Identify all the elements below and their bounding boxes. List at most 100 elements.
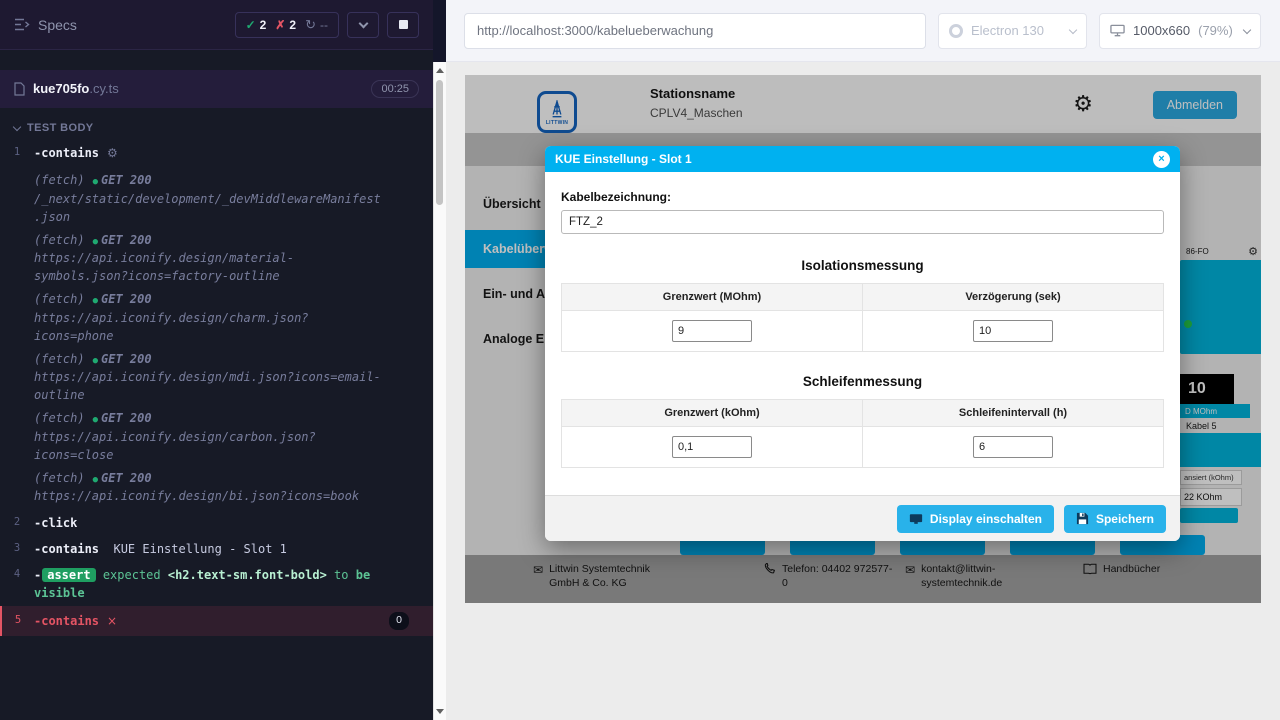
command-row-assert[interactable]: 4 -assert expected <h2.text-sm.font-bold… (0, 562, 433, 606)
command-row-failed[interactable]: 5 -contains×0 (0, 606, 433, 636)
chevron-down-icon (358, 18, 368, 28)
network-log-row[interactable]: (fetch)●GET 200 https://api.iconify.desi… (34, 469, 382, 506)
isolation-title: Isolationsmessung (561, 258, 1164, 273)
command-number: 3 (0, 540, 34, 554)
assert-expected: expected (103, 568, 161, 582)
test-stats: ✓2 ✗2 ↻-- (235, 12, 339, 38)
iso-delay-input[interactable] (973, 320, 1053, 342)
column-header: Grenzwert (kOhm) (562, 400, 863, 427)
fetch-label: (fetch) (34, 411, 85, 425)
network-log-row[interactable]: (fetch)●GET 200 https://api.iconify.desi… (34, 350, 382, 405)
file-icon (14, 82, 25, 96)
fetch-label: (fetch) (34, 292, 85, 306)
reporter-scrollbar[interactable] (433, 0, 446, 720)
loop-limit-input[interactable] (672, 436, 752, 458)
network-log-row[interactable]: (fetch)●GET 200 https://api.iconify.desi… (34, 231, 382, 286)
cable-name-label: Kabelbezeichnung: (561, 190, 1164, 204)
stop-button[interactable] (387, 12, 419, 38)
electron-icon (949, 24, 963, 38)
specs-label[interactable]: Specs (38, 17, 77, 33)
column-header: Grenzwert (MOhm) (562, 284, 863, 311)
chevron-down-icon (13, 123, 21, 131)
column-header: Verzögerung (sek) (863, 284, 1164, 311)
table-row (562, 311, 1164, 352)
command-dash: - (34, 568, 41, 582)
count-badge: 0 (389, 612, 409, 630)
reporter: Specs ✓2 ✗2 ↻-- kue705fo.cy.ts 00:25 TES… (0, 0, 433, 720)
network-log-row[interactable]: (fetch)●GET 200 https://api.iconify.desi… (34, 290, 382, 345)
browser-select[interactable]: Electron 130 (938, 13, 1087, 49)
fetch-url: /_next/static/development/_devMiddleware… (34, 190, 382, 226)
scroll-up-icon[interactable] (436, 68, 444, 73)
test-body-label: TEST BODY (27, 122, 94, 134)
fetch-label: (fetch) (34, 233, 85, 247)
command-method: click (41, 516, 77, 530)
test-body-toggle[interactable]: TEST BODY (0, 108, 433, 140)
command-method: contains (41, 542, 99, 556)
check-icon: ✓ (246, 18, 256, 32)
command-method: contains (41, 146, 99, 160)
table-row (562, 427, 1164, 468)
close-icon[interactable]: × (1153, 151, 1170, 168)
chevron-down-icon (1069, 25, 1077, 33)
aut-stage: Stationsname CPLV4_Maschen ⚙ Abmelden LI… (446, 62, 1280, 720)
command-row[interactable]: 1 -contains⚙ (0, 140, 433, 166)
column-header: Schleifenintervall (h) (863, 400, 1164, 427)
floppy-icon (1076, 512, 1089, 525)
command-detail: KUE Einstellung - Slot 1 (113, 542, 286, 556)
scrollbar-cap (433, 0, 446, 62)
loop-title: Schleifenmessung (561, 374, 1164, 389)
command-number: 1 (0, 144, 34, 158)
spec-timer: 00:25 (371, 80, 419, 98)
assert-target: <h2.text-sm.font-bold> (168, 568, 327, 582)
loop-interval-input[interactable] (973, 436, 1053, 458)
command-number: 4 (0, 566, 34, 580)
spec-extension: .cy.ts (89, 81, 118, 96)
command-number: 5 (2, 612, 34, 626)
gear-icon: ⚙ (107, 146, 118, 160)
fetch-url: https://api.iconify.design/carbon.json?i… (34, 428, 382, 464)
network-log-row[interactable]: (fetch)●GET 200 /_next/static/developmen… (34, 171, 382, 226)
app-under-test: Stationsname CPLV4_Maschen ⚙ Abmelden LI… (465, 75, 1261, 603)
status-dot-icon: ● (93, 356, 98, 366)
aut-panel: Electron 130 1000x660 (79%) Stationsname… (446, 0, 1280, 720)
command-method: contains (41, 614, 99, 628)
scroll-down-icon[interactable] (436, 709, 444, 714)
specs-menu-icon[interactable] (14, 18, 30, 31)
fail-x-icon: × (107, 612, 117, 630)
spec-file-row[interactable]: kue705fo.cy.ts 00:25 (0, 70, 433, 108)
fetch-url: https://api.iconify.design/bi.json?icons… (34, 487, 382, 505)
command-row[interactable]: 2 -click (0, 510, 433, 536)
cable-name-input[interactable] (561, 210, 1164, 234)
browser-topbar: Electron 130 1000x660 (79%) (446, 0, 1280, 62)
fetch-url: https://api.iconify.design/mdi.json?icon… (34, 368, 382, 404)
scrollbar-track[interactable] (433, 62, 446, 720)
fetch-status: GET 200 (101, 352, 152, 366)
network-log-row[interactable]: (fetch)●GET 200 https://api.iconify.desi… (34, 409, 382, 464)
viewport-icon (1110, 24, 1125, 37)
status-dot-icon: ● (93, 296, 98, 306)
status-dot-icon: ● (93, 177, 98, 187)
command-number: 2 (0, 514, 34, 528)
stat-failed: ✗2 (275, 18, 296, 32)
display-on-button[interactable]: Display einschalten (897, 505, 1054, 533)
loop-table: Grenzwert (kOhm) Schleifenintervall (h) (561, 399, 1164, 468)
refresh-icon: ↻ (305, 17, 316, 33)
stop-icon (399, 20, 408, 29)
cross-icon: ✗ (275, 18, 285, 32)
fetch-status: GET 200 (101, 471, 152, 485)
isolation-table: Grenzwert (MOhm) Verzögerung (sek) (561, 283, 1164, 352)
command-row[interactable]: 3 -contains KUE Einstellung - Slot 1 (0, 536, 433, 562)
iso-limit-input[interactable] (672, 320, 752, 342)
fetch-status: GET 200 (101, 173, 152, 187)
fetch-status: GET 200 (101, 233, 152, 247)
viewport-select[interactable]: 1000x660 (79%) (1099, 13, 1261, 49)
scrollbar-thumb[interactable] (436, 80, 443, 205)
url-input[interactable] (464, 13, 926, 49)
spec-name: kue705fo (33, 81, 89, 96)
save-button[interactable]: Speichern (1064, 505, 1166, 533)
fetch-status: GET 200 (101, 292, 152, 306)
display-icon (909, 513, 923, 525)
collapse-button[interactable] (347, 12, 379, 38)
modal-body: Kabelbezeichnung: Isolationsmessung Gren… (545, 172, 1180, 495)
